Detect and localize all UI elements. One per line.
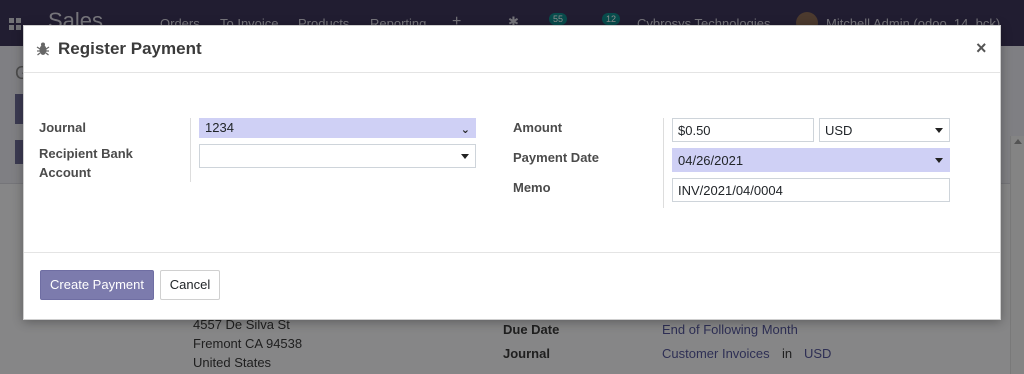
amount-input[interactable]: $0.50 xyxy=(672,118,814,142)
currency-value: USD xyxy=(825,123,853,138)
column-divider xyxy=(190,118,191,182)
chevron-down-icon: ⌄ xyxy=(460,124,470,136)
bug-icon xyxy=(36,42,50,56)
modal-title: Register Payment xyxy=(58,39,202,58)
modal-footer: Create Payment Cancel xyxy=(24,252,1000,320)
cancel-button[interactable]: Cancel xyxy=(160,270,220,300)
memo-label: Memo xyxy=(513,180,551,195)
caret-down-icon xyxy=(935,158,943,163)
journal-select-value: 1234 xyxy=(205,120,234,135)
amount-label: Amount xyxy=(513,120,563,135)
recipient-bank-label-line2: Account xyxy=(39,165,91,180)
caret-down-icon xyxy=(461,154,469,159)
payment-date-value: 04/26/2021 xyxy=(678,153,744,168)
close-icon[interactable]: × xyxy=(976,38,987,59)
journal-label: Journal xyxy=(39,120,86,135)
caret-down-icon xyxy=(935,128,943,133)
recipient-bank-select[interactable] xyxy=(199,144,476,168)
currency-select[interactable]: USD xyxy=(819,118,950,142)
journal-select[interactable]: 1234 ⌄ xyxy=(199,118,476,138)
create-payment-button[interactable]: Create Payment xyxy=(40,270,154,300)
memo-input[interactable]: INV/2021/04/0004 xyxy=(672,178,950,202)
payment-date-label: Payment Date xyxy=(513,150,599,165)
column-divider xyxy=(663,118,664,208)
payment-date-input[interactable]: 04/26/2021 xyxy=(672,148,950,172)
recipient-bank-label-line1: Recipient Bank xyxy=(39,146,133,161)
modal-header: Register Payment × xyxy=(24,26,1000,73)
register-payment-dialog: Register Payment × Journal Recipient Ban… xyxy=(23,25,1001,320)
